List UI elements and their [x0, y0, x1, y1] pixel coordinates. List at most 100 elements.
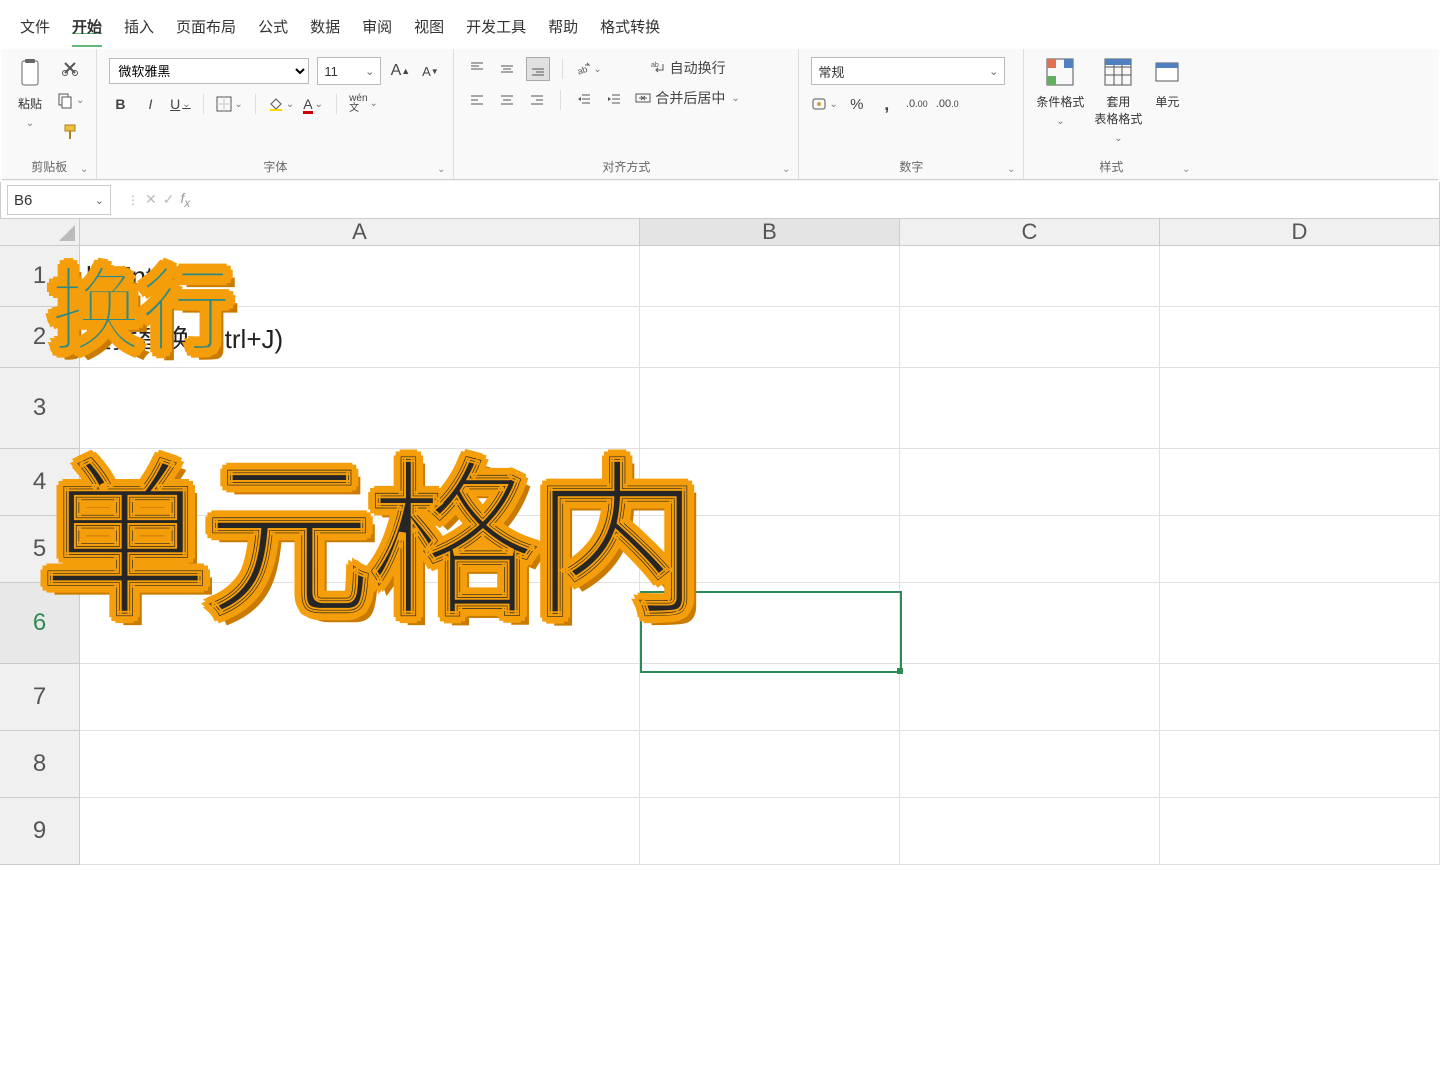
font-size-select[interactable]: 11 — [317, 57, 381, 85]
cell[interactable] — [1160, 368, 1440, 449]
cell[interactable] — [80, 798, 640, 865]
tab-help[interactable]: 帮助 — [548, 8, 578, 47]
cell[interactable] — [640, 368, 900, 449]
cell[interactable] — [900, 368, 1160, 449]
worksheet-grid[interactable]: A B C D 1lt+Enter2查找替换 (Ctrl+J)3456789 — [0, 219, 1440, 865]
font-color-button[interactable]: A — [302, 93, 324, 115]
align-bottom-button[interactable] — [526, 57, 550, 81]
cell[interactable] — [900, 583, 1160, 664]
tab-file[interactable]: 文件 — [20, 8, 50, 47]
row-header-6[interactable]: 6 — [0, 583, 80, 664]
col-header-C[interactable]: C — [900, 219, 1160, 246]
insert-function-button[interactable]: fx — [180, 190, 190, 210]
cell[interactable] — [640, 583, 900, 664]
row-header-9[interactable]: 9 — [0, 798, 80, 865]
formula-input[interactable] — [200, 182, 1439, 218]
increase-indent-button[interactable] — [603, 89, 625, 111]
cell[interactable] — [1160, 246, 1440, 307]
row-header-1[interactable]: 1 — [0, 246, 80, 307]
row-header-7[interactable]: 7 — [0, 664, 80, 731]
tab-formulas[interactable]: 公式 — [258, 8, 288, 47]
merge-center-button[interactable]: 合并后居中 — [635, 87, 739, 109]
wrap-text-button[interactable]: ab 自动换行 — [635, 57, 739, 79]
decrease-indent-button[interactable] — [573, 89, 595, 111]
cell[interactable] — [900, 664, 1160, 731]
cut-button[interactable] — [59, 57, 81, 79]
underline-button[interactable]: U — [169, 93, 191, 115]
row-header-8[interactable]: 8 — [0, 731, 80, 798]
tab-data[interactable]: 数据 — [310, 8, 340, 47]
align-left-button[interactable] — [466, 89, 488, 111]
col-header-A[interactable]: A — [80, 219, 640, 246]
orientation-button[interactable]: ab — [575, 58, 601, 80]
cell[interactable] — [80, 731, 640, 798]
row-header-5[interactable]: 5 — [0, 516, 80, 583]
cell[interactable] — [640, 449, 900, 516]
copy-button[interactable] — [56, 89, 84, 111]
row-header-3[interactable]: 3 — [0, 368, 80, 449]
align-top-button[interactable] — [466, 58, 488, 80]
cell[interactable] — [900, 731, 1160, 798]
tab-developer[interactable]: 开发工具 — [466, 8, 526, 47]
formula-dropdown-icon[interactable]: ⋮ — [127, 193, 139, 207]
paste-button[interactable]: 粘贴 ⌄ — [14, 57, 46, 129]
border-button[interactable] — [216, 93, 242, 115]
cell[interactable] — [900, 449, 1160, 516]
name-box[interactable]: B6 — [7, 185, 111, 215]
cell[interactable] — [640, 664, 900, 731]
cell[interactable] — [640, 246, 900, 307]
tab-home[interactable]: 开始 — [72, 8, 102, 47]
format-painter-button[interactable] — [59, 121, 81, 143]
align-center-button[interactable] — [496, 89, 518, 111]
cell[interactable] — [80, 368, 640, 449]
decrease-decimal-button[interactable]: .00.0 — [936, 93, 959, 115]
italic-button[interactable]: I — [139, 93, 161, 115]
cell[interactable] — [80, 449, 640, 516]
phonetic-button[interactable]: wén文 — [349, 93, 378, 115]
tab-insert[interactable]: 插入 — [124, 8, 154, 47]
percent-button[interactable]: % — [846, 93, 868, 115]
cell[interactable] — [640, 307, 900, 368]
cell[interactable] — [640, 731, 900, 798]
increase-font-button[interactable]: A▲ — [389, 60, 411, 82]
cell[interactable] — [640, 798, 900, 865]
font-family-select[interactable]: 微软雅黑 — [109, 58, 309, 84]
tab-review[interactable]: 审阅 — [362, 8, 392, 47]
cell[interactable]: lt+Enter — [80, 246, 640, 307]
tab-pagelayout[interactable]: 页面布局 — [176, 8, 236, 47]
cell[interactable] — [1160, 798, 1440, 865]
increase-decimal-button[interactable]: .0.00 — [906, 93, 928, 115]
decrease-font-button[interactable]: A▼ — [419, 60, 441, 82]
cancel-formula-button[interactable]: ✕ — [145, 191, 157, 208]
cell[interactable] — [900, 246, 1160, 307]
cell[interactable] — [1160, 449, 1440, 516]
conditional-format-button[interactable]: 条件格式 ⌄ — [1036, 57, 1084, 127]
col-header-B[interactable]: B — [640, 219, 900, 246]
tab-view[interactable]: 视图 — [414, 8, 444, 47]
cell[interactable] — [900, 307, 1160, 368]
cell[interactable] — [900, 798, 1160, 865]
align-middle-button[interactable] — [496, 58, 518, 80]
cell[interactable] — [1160, 731, 1440, 798]
cell[interactable] — [80, 583, 640, 664]
enter-formula-button[interactable]: ✓ — [163, 191, 175, 208]
select-all-corner[interactable] — [0, 219, 80, 246]
number-format-select[interactable]: 常规 — [811, 57, 1005, 85]
tab-formatconvert[interactable]: 格式转换 — [600, 8, 660, 47]
cell[interactable] — [80, 516, 640, 583]
cell[interactable] — [1160, 664, 1440, 731]
comma-button[interactable]: , — [876, 93, 898, 115]
cell[interactable]: 查找替换 (Ctrl+J) — [80, 307, 640, 368]
align-right-button[interactable] — [526, 89, 548, 111]
bold-button[interactable]: B — [109, 93, 131, 115]
format-table-button[interactable]: 套用 表格格式 ⌄ — [1094, 57, 1142, 144]
fill-color-button[interactable] — [268, 93, 294, 115]
row-header-2[interactable]: 2 — [0, 307, 80, 368]
accounting-format-button[interactable] — [811, 93, 837, 115]
cell[interactable] — [900, 516, 1160, 583]
cell[interactable] — [640, 516, 900, 583]
cell[interactable] — [1160, 583, 1440, 664]
cell[interactable] — [1160, 516, 1440, 583]
cell-style-button[interactable]: 单元 — [1152, 57, 1182, 110]
cell[interactable] — [1160, 307, 1440, 368]
